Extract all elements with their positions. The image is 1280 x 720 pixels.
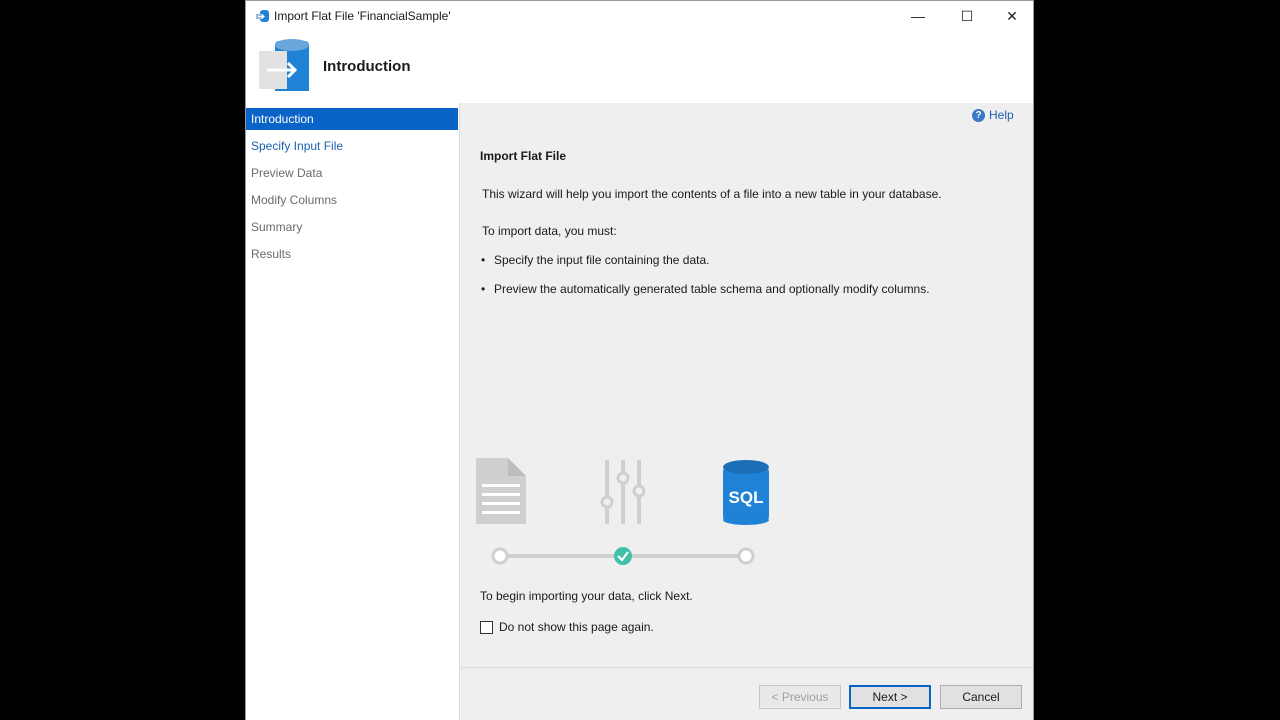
requirement-item: Preview the automatically generated tabl…: [481, 282, 930, 296]
maximize-button[interactable]: ☐: [945, 1, 989, 31]
requirements-heading: To import data, you must:: [482, 224, 617, 238]
wizard-footer: < Previous Next > Cancel: [459, 667, 1033, 720]
import-process-graphic: SQL: [474, 458, 774, 568]
do-not-show-checkbox[interactable]: [480, 620, 493, 634]
sql-label: SQL: [729, 488, 764, 507]
step-node: [491, 547, 509, 565]
import-flat-file-window: Import Flat File 'FinancialSample' — ☐ ✕…: [245, 0, 1034, 720]
do-not-show-label[interactable]: Do not show this page again.: [499, 620, 654, 634]
sidebar-item-introduction[interactable]: Introduction: [246, 108, 458, 130]
help-label: Help: [989, 108, 1014, 122]
sliders-icon: [600, 460, 646, 524]
minimize-button[interactable]: —: [896, 1, 940, 31]
requirement-item: Specify the input file containing the da…: [481, 253, 710, 267]
help-link[interactable]: ? Help: [972, 108, 1014, 122]
next-button[interactable]: Next >: [849, 685, 931, 709]
sql-database-icon: SQL: [723, 460, 769, 525]
title-bar: Import Flat File 'FinancialSample' — ☐ ✕: [246, 1, 1033, 31]
document-icon: [476, 458, 526, 524]
wizard-header: Introduction: [246, 31, 1033, 103]
window-title: Import Flat File 'FinancialSample': [274, 9, 451, 23]
begin-text: To begin importing your data, click Next…: [480, 589, 693, 603]
sidebar-item-modify-columns: Modify Columns: [251, 193, 338, 207]
previous-button: < Previous: [759, 685, 841, 709]
step-node-complete: [614, 547, 632, 565]
wizard-steps-sidebar: Introduction Specify Input File Preview …: [246, 103, 459, 720]
sidebar-item-results: Results: [251, 247, 292, 261]
close-button[interactable]: ✕: [990, 1, 1034, 31]
intro-text: This wizard will help you import the con…: [482, 187, 942, 201]
app-icon: [255, 8, 271, 24]
sidebar-item-specify-input-file[interactable]: Specify Input File: [246, 135, 458, 157]
content-panel: ? Help Import Flat File This wizard will…: [459, 103, 1033, 667]
do-not-show-row[interactable]: Do not show this page again.: [480, 620, 654, 634]
cancel-button[interactable]: Cancel: [940, 685, 1022, 709]
help-icon: ?: [972, 108, 985, 122]
page-title: Introduction: [323, 58, 411, 75]
step-node: [737, 547, 755, 565]
sidebar-item-preview-data: Preview Data: [251, 166, 323, 180]
content-title: Import Flat File: [480, 149, 567, 163]
database-import-icon: [257, 37, 311, 95]
sidebar-item-summary: Summary: [251, 220, 303, 234]
